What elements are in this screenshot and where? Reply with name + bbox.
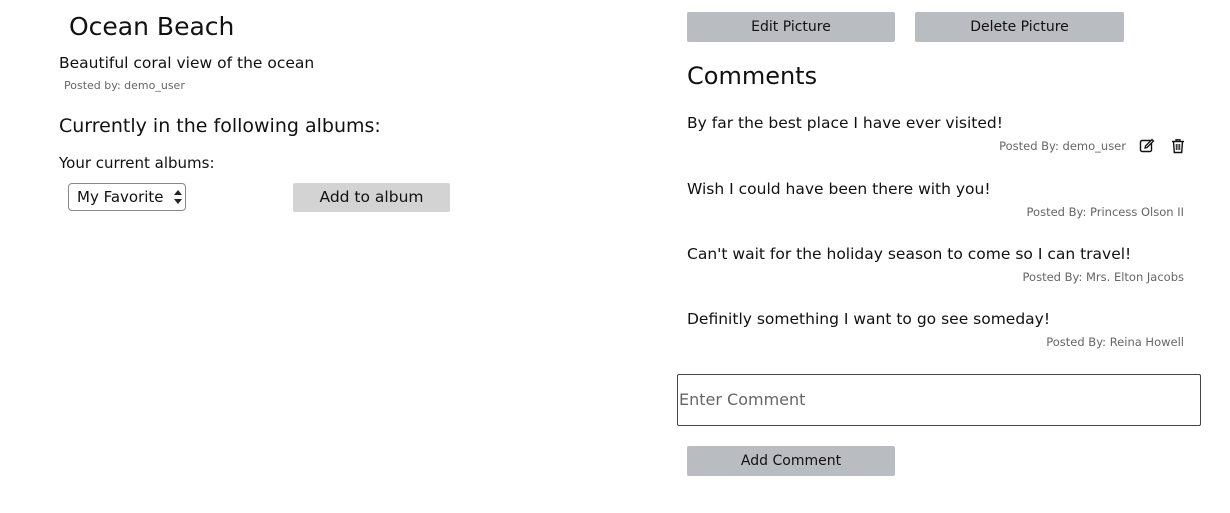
- edit-icon: [1139, 138, 1155, 153]
- picture-posted-by: Posted by: demo_user: [64, 79, 185, 92]
- comment-text: Definitly something I want to go see som…: [687, 310, 1051, 328]
- trash-icon: [1172, 139, 1184, 154]
- select-arrows-icon: [174, 190, 182, 204]
- comment-text: Wish I could have been there with you!: [687, 180, 991, 198]
- album-select[interactable]: My Favorite P: [68, 183, 186, 211]
- add-to-album-button[interactable]: Add to album: [293, 183, 450, 212]
- albums-heading: Currently in the following albums:: [59, 115, 381, 137]
- comment-meta: Posted By: demo_user: [999, 139, 1126, 153]
- album-select-value: My Favorite P: [77, 188, 169, 206]
- comment-text: By far the best place I have ever visite…: [687, 114, 1003, 132]
- comment-meta: Posted By: Reina Howell: [1046, 335, 1184, 349]
- picture-description: Beautiful coral view of the ocean: [59, 54, 315, 72]
- comment-text: Can't wait for the holiday season to com…: [687, 245, 1132, 263]
- comment-meta: Posted By: Mrs. Elton Jacobs: [1022, 270, 1184, 284]
- edit-picture-button[interactable]: Edit Picture: [687, 12, 895, 42]
- delete-picture-button[interactable]: Delete Picture: [915, 12, 1124, 42]
- comment-meta: Posted By: Princess Olson II: [1026, 205, 1184, 219]
- picture-title: Ocean Beach: [69, 12, 235, 41]
- add-comment-button[interactable]: Add Comment: [687, 446, 895, 476]
- current-albums-label: Your current albums:: [59, 154, 215, 172]
- comment-input[interactable]: Enter Comment: [677, 374, 1201, 426]
- edit-comment-button[interactable]: [1139, 138, 1155, 158]
- delete-comment-button[interactable]: [1170, 138, 1186, 158]
- comments-heading: Comments: [687, 62, 818, 90]
